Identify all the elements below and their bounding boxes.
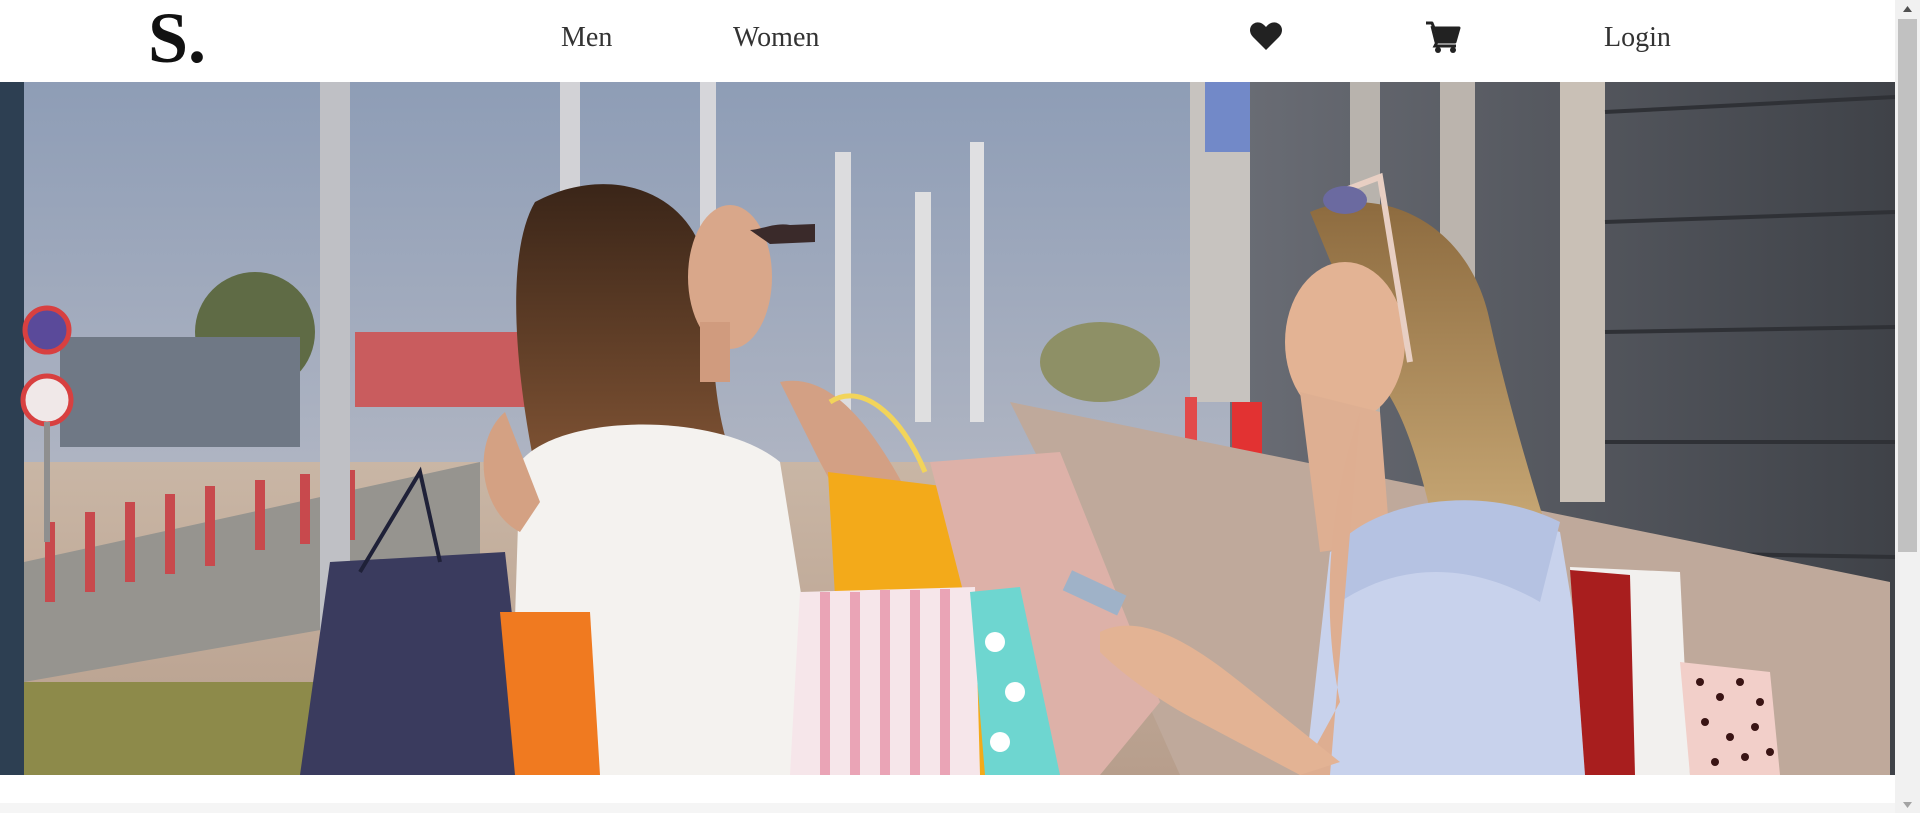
scroll-down-icon[interactable] — [1895, 796, 1920, 813]
hero-image — [0, 82, 1895, 775]
page-content-start — [0, 803, 1895, 813]
logo[interactable]: S. — [148, 2, 206, 74]
scrollbar-thumb[interactable] — [1898, 19, 1917, 552]
nav-link-login[interactable]: Login — [1604, 20, 1671, 56]
vertical-scrollbar[interactable] — [1895, 0, 1920, 813]
scroll-up-icon[interactable] — [1895, 0, 1920, 17]
navbar: S. Men Women Login — [0, 0, 1895, 82]
cart-icon[interactable] — [1425, 20, 1461, 54]
nav-link-men[interactable]: Men — [561, 20, 612, 56]
heart-icon[interactable] — [1249, 20, 1283, 54]
nav-link-women[interactable]: Women — [733, 20, 819, 56]
hero-banner — [0, 82, 1895, 775]
